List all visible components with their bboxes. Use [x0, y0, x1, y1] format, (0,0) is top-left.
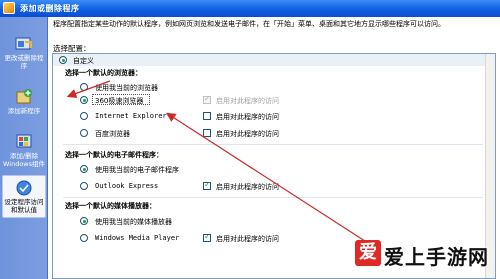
browser-option-current[interactable]: 使用我当前的浏览器: [53, 81, 486, 94]
window-title: 添加或删除程序: [20, 4, 80, 13]
option-label: Windows Media Player: [95, 234, 180, 242]
enable-access-checkbox[interactable]: [203, 112, 211, 120]
enable-access-label: 启用对此程序的访问: [216, 235, 279, 243]
sidebar-item-add-new[interactable]: 添加新程序: [2, 88, 46, 116]
option-label: 使用我当前的媒体播放器: [95, 218, 172, 226]
browser-group-heading: 选择一个默认的浏览器：: [65, 69, 142, 77]
option-label: Outlook Express: [95, 182, 159, 190]
sidebar: 更改或删除程序 添加新程序 添加/删除Windows组件 设定程序访问和默认值: [0, 17, 48, 279]
enable-access-label: 启用对此程序的访问: [216, 113, 279, 121]
title-bar: 添加或删除程序: [0, 0, 500, 17]
sidebar-item-windows-components[interactable]: 添加/删除Windows组件: [2, 133, 46, 168]
divider: [63, 144, 483, 145]
option-label: 使用我当前的浏览器: [95, 84, 158, 92]
radio-button[interactable]: [80, 129, 88, 137]
radio-button[interactable]: [80, 234, 88, 242]
option-label: Internet Explorer: [95, 112, 167, 120]
option-label: 百度浏览器: [95, 130, 130, 138]
add-program-icon: [16, 89, 32, 104]
enable-access-checkbox[interactable]: [203, 180, 211, 190]
sidebar-item-change-remove[interactable]: 更改或删除程序: [2, 35, 46, 70]
sidebar-item-label: 设定程序访问和默认值: [4, 198, 44, 214]
radio-button[interactable]: [80, 83, 88, 91]
custom-label: 自定义: [73, 57, 94, 65]
radio-button[interactable]: [80, 96, 88, 104]
description-text: 程序配置指定某些动作的默认程序，例如网页浏览和发送电子邮件，在「开始」菜单、桌面…: [53, 20, 445, 28]
programs-icon: [15, 37, 32, 50]
media-group-heading: 选择一个默认的媒体播放器：: [65, 202, 156, 210]
app-icon: [3, 2, 15, 14]
enable-access-checkbox[interactable]: [203, 232, 211, 242]
enable-access-checkbox[interactable]: [203, 94, 211, 104]
radio-button[interactable]: [80, 217, 88, 225]
divider: [63, 197, 483, 198]
sidebar-item-label: 添加新程序: [7, 107, 41, 115]
description: 程序配置指定某些动作的默认程序，例如网页浏览和发送电子邮件，在「开始」菜单、桌面…: [53, 19, 493, 29]
email-group-heading: 选择一个默认的电子邮件程序：: [65, 151, 163, 159]
browser-option-baidu[interactable]: 百度浏览器 启用对此程序的访问: [53, 127, 486, 140]
watermark-text: 爱上手游网: [384, 245, 489, 269]
browser-option-360[interactable]: 360极速浏览器 启用对此程序的访问: [53, 94, 486, 107]
sidebar-item-label: 添加/删除Windows组件: [2, 152, 45, 168]
email-option-outlook[interactable]: Outlook Express 启用对此程序的访问: [53, 180, 486, 193]
sidebar-item-label: 更改或删除程序: [4, 54, 44, 70]
enable-access-label: 启用对此程序的访问: [216, 183, 279, 191]
radio-button[interactable]: [80, 112, 88, 120]
watermark-logo: 爱: [355, 240, 381, 266]
email-option-current[interactable]: 使用我当前的电子邮件程序: [53, 163, 486, 176]
option-label: 使用我当前的电子邮件程序: [95, 166, 179, 174]
option-label: 360极速浏览器: [95, 97, 144, 105]
browser-option-ie[interactable]: Internet Explorer 启用对此程序的访问: [53, 110, 486, 123]
custom-radio[interactable]: [59, 56, 67, 64]
enable-access-label: 启用对此程序的访问: [216, 130, 279, 138]
radio-button[interactable]: [80, 182, 88, 190]
sidebar-item-program-access[interactable]: 设定程序访问和默认值: [2, 175, 46, 218]
radio-button[interactable]: [80, 165, 88, 173]
program-access-icon: [16, 180, 32, 196]
custom-header: [53, 54, 486, 66]
enable-access-checkbox[interactable]: [203, 129, 211, 137]
windows-components-icon: [16, 134, 32, 148]
media-option-current[interactable]: 使用我当前的媒体播放器: [53, 215, 486, 228]
enable-access-label: 启用对此程序的访问: [216, 97, 279, 105]
